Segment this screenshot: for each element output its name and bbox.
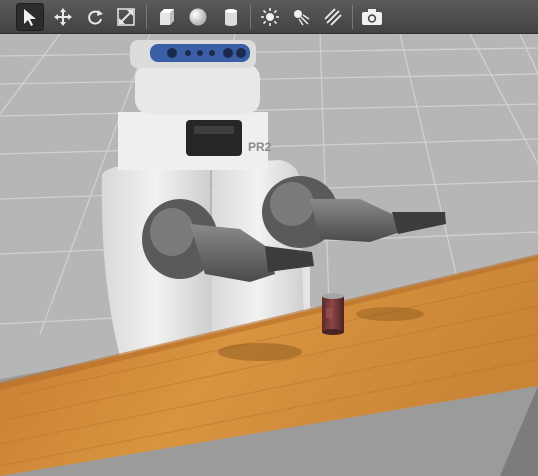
add-sphere-button[interactable] [184, 3, 212, 31]
camera-icon [362, 9, 382, 25]
select-mode-button[interactable] [16, 3, 44, 31]
scale-mode-button[interactable] [112, 3, 140, 31]
cube-icon [160, 9, 174, 25]
add-box-button[interactable] [152, 3, 180, 31]
spotlight-icon [294, 10, 310, 26]
toolbar-separator [250, 5, 251, 29]
add-point-light-button[interactable] [256, 3, 284, 31]
arrow-cursor-icon [24, 9, 36, 26]
add-spot-light-button[interactable] [287, 3, 315, 31]
toolbar [0, 0, 538, 34]
robot-label: PR2 [248, 140, 272, 154]
add-cylinder-button[interactable] [217, 3, 245, 31]
toolbar-separator [352, 5, 353, 29]
toolbar-separator [146, 5, 147, 29]
rotate-icon [88, 10, 103, 25]
torso-sensor [186, 120, 242, 156]
translate-mode-button[interactable] [49, 3, 77, 31]
screenshot-button[interactable] [358, 3, 386, 31]
soda-can [322, 293, 344, 335]
scale-icon [117, 8, 135, 26]
gazebo-window: PR2 [0, 0, 538, 476]
cylinder-icon [225, 9, 237, 26]
scene-render: PR2 [0, 34, 538, 476]
sun-icon [261, 8, 279, 26]
robot-head [135, 64, 260, 114]
directional-light-icon [324, 8, 342, 26]
move-arrows-icon [54, 8, 72, 26]
sphere-icon [189, 8, 207, 26]
3d-scene-viewport[interactable]: PR2 [0, 34, 538, 476]
add-directional-light-button[interactable] [319, 3, 347, 31]
rotate-mode-button[interactable] [81, 3, 109, 31]
